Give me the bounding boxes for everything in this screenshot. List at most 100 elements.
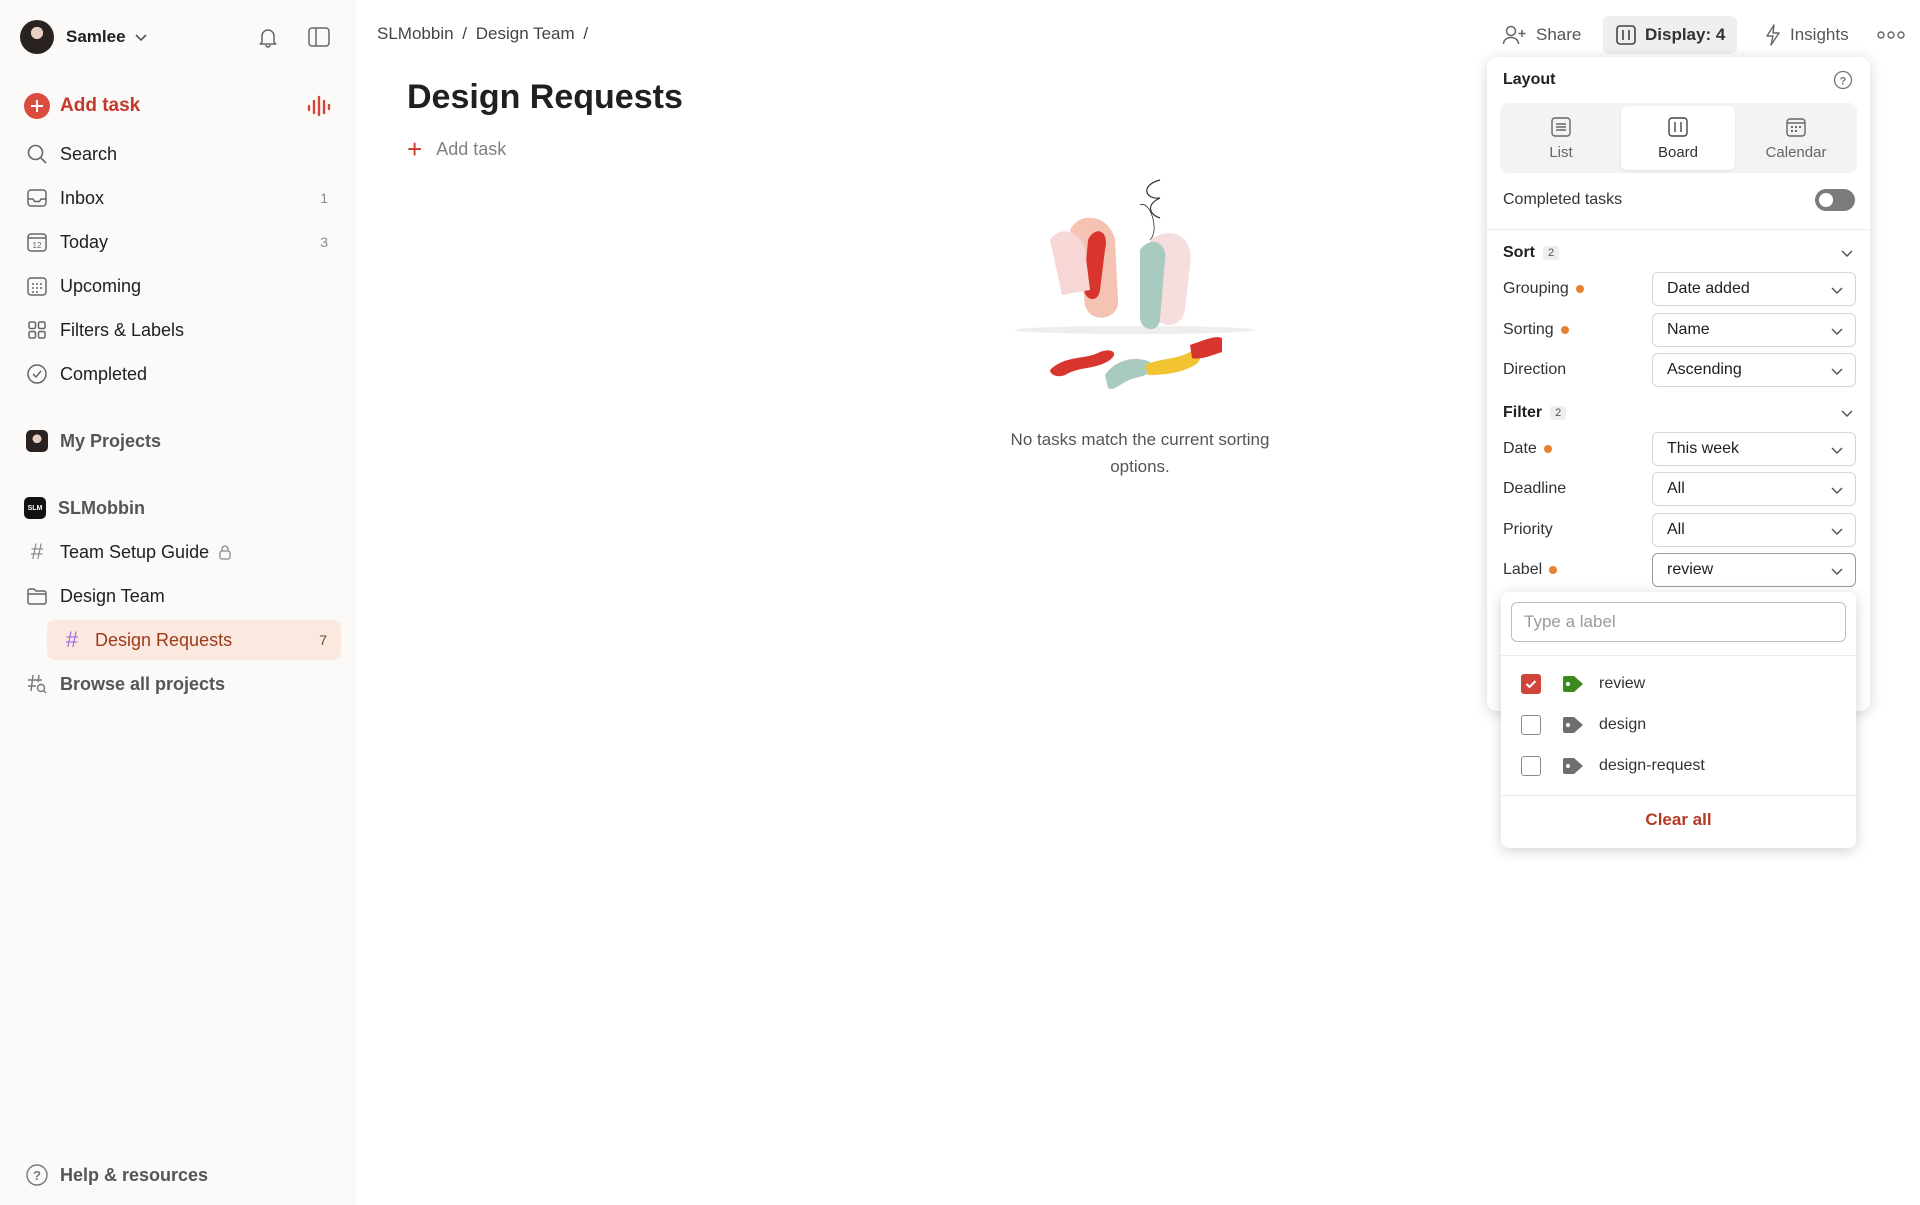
lock-icon [219,545,231,560]
chevron-down-icon [134,34,147,42]
calendar-icon [1786,117,1806,137]
grouping-select[interactable]: Date added [1652,272,1856,306]
grouping-label: Grouping [1503,280,1569,297]
avatar [20,20,54,54]
share-label: Share [1536,25,1582,44]
checkbox-checked[interactable] [1521,674,1541,694]
inbox-icon [24,185,50,211]
display-label: Display: 4 [1645,25,1726,44]
label-option-review[interactable]: review [1521,669,1841,699]
browse-all-projects-link[interactable]: Browse all projects [0,664,356,704]
modified-dot [1560,326,1569,334]
label-filter-select[interactable]: review [1652,553,1856,587]
label-option-name: review [1599,675,1646,692]
page-title: Design Requests [407,78,683,116]
label-option-design[interactable]: design [1521,710,1841,740]
workspace-link[interactable]: SLM SLMobbin [0,488,356,528]
sidebar-folder-design-team[interactable]: Design Team [0,576,356,616]
add-task-button[interactable]: Add task [0,86,356,126]
direction-label: Direction [1503,361,1567,378]
deadline-filter-value: All [1667,480,1685,497]
filter-section-header[interactable]: Filter 2 [1503,403,1855,423]
priority-label-row: Priority [1503,520,1643,540]
add-task-inline-label: Add task [436,138,507,159]
sorting-label: Sorting [1503,321,1554,338]
sidebar-item-label: Upcoming [60,275,142,296]
label-option-design-request[interactable]: design-request [1521,751,1841,781]
label-filter-row: Label [1503,560,1643,580]
grouping-value: Date added [1667,280,1750,297]
breadcrumb: SLMobbin / Design Team / [377,24,592,44]
direction-label-row: Direction [1503,360,1643,380]
project-label: Design Requests [95,629,233,650]
sidebar-project-team-setup-guide[interactable]: # Team Setup Guide [0,532,356,572]
sidebar-item-upcoming[interactable]: Upcoming [0,266,356,306]
layout-option-label: Calendar [1765,143,1827,161]
help-resources-link[interactable]: ? Help & resources [0,1155,356,1195]
breadcrumb-workspace[interactable]: SLMobbin [377,24,454,43]
clear-all-button[interactable]: Clear all [1501,810,1856,830]
layout-calendar-option[interactable]: Calendar [1739,106,1853,170]
user-menu[interactable]: Samlee [20,19,340,55]
sidebar-item-label: Filters & Labels [60,319,185,340]
sidebar-project-design-requests[interactable]: # Design Requests 7 [47,620,341,660]
chevron-down-icon [1831,328,1843,336]
chevron-down-icon [1831,287,1843,295]
search-icon [24,141,50,167]
help-icon[interactable]: ? [1833,70,1853,90]
sort-section-header[interactable]: Sort 2 [1503,243,1855,263]
priority-label: Priority [1503,521,1553,538]
sidebar-item-label: Search [60,143,118,164]
calendar-grid-icon [24,273,50,299]
modified-dot [1549,566,1558,574]
my-projects-label: My Projects [60,430,162,451]
sorting-select[interactable]: Name [1652,313,1856,347]
share-button[interactable]: Share [1490,16,1593,54]
check-circle-icon [24,361,50,387]
my-projects-link[interactable]: My Projects [0,421,356,461]
completed-tasks-label: Completed tasks [1503,191,1623,208]
layout-section-title: Layout ? [1503,70,1853,90]
display-button[interactable]: Display: 4 [1603,16,1738,54]
completed-tasks-toggle[interactable] [1815,189,1855,211]
layout-option-label: List [1549,143,1573,161]
sidebar-item-filters-labels[interactable]: Filters & Labels [0,310,356,350]
sidebar-item-search[interactable]: Search [0,134,356,174]
filters-grid-icon [24,317,50,343]
help-label: Help & resources [60,1164,209,1185]
sidebar-item-inbox[interactable]: Inbox 1 [0,178,356,218]
label-search-input[interactable] [1511,602,1846,642]
add-task-label: Add task [60,95,141,116]
layout-option-label: Board [1657,143,1699,161]
breadcrumb-folder[interactable]: Design Team [476,24,575,43]
direction-select[interactable]: Ascending [1652,353,1856,387]
modified-dot [1575,285,1584,293]
workspace-label: SLMobbin [58,497,145,518]
priority-filter-select[interactable]: All [1652,513,1856,547]
layout-list-option[interactable]: List [1504,106,1618,170]
folder-label: Design Team [60,585,165,606]
sidebar: Samlee Add task Search Inbox 1 12 Today … [0,0,356,1205]
layout-title: Layout [1503,71,1556,88]
calendar-today-icon: 12 [24,229,50,255]
board-icon [1668,116,1688,137]
project-label: Team Setup Guide [60,541,210,562]
deadline-filter-select[interactable]: All [1652,472,1856,506]
ramble-icon[interactable] [306,92,334,120]
add-task-inline-button[interactable]: + Add task [407,136,506,162]
checkbox[interactable] [1521,756,1541,776]
chevron-down-icon [1831,487,1843,495]
checkbox[interactable] [1521,715,1541,735]
date-filter-select[interactable]: This week [1652,432,1856,466]
sorting-value: Name [1667,321,1710,338]
insights-button[interactable]: Insights [1752,16,1861,54]
bell-icon[interactable] [254,23,282,51]
sidebar-item-today[interactable]: 12 Today 3 [0,222,356,262]
sidebar-item-completed[interactable]: Completed [0,354,356,394]
workspace-icon: SLM [24,497,46,519]
completed-tasks-row: Completed tasks [1503,190,1743,210]
more-options-icon[interactable] [1876,26,1906,44]
layout-board-option[interactable]: Board [1621,106,1735,170]
sidebar-toggle-icon[interactable] [305,23,333,51]
sidebar-item-label: Today [60,231,109,252]
